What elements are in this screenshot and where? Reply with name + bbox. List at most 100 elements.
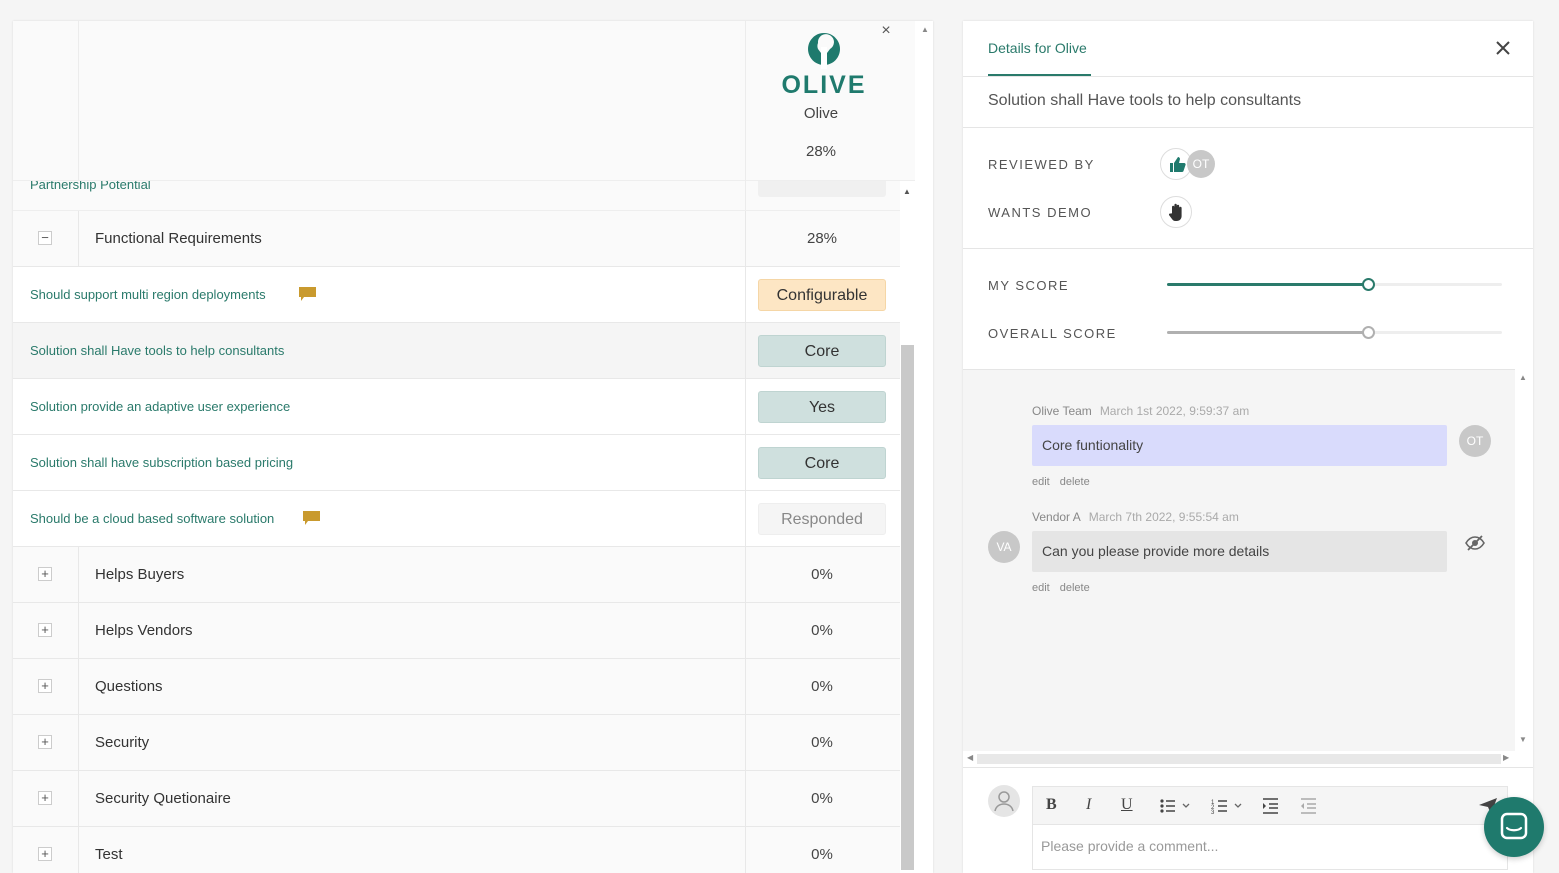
requirements-list: − Functional Requirements 28% Should sup… bbox=[13, 211, 900, 873]
expand-toggle[interactable]: + bbox=[38, 791, 52, 805]
comparison-grid: OLIVE Olive 28% × ▲ Partnership Potentia… bbox=[13, 21, 933, 873]
comment-flag-icon[interactable] bbox=[303, 511, 320, 525]
response-chip[interactable]: Core bbox=[758, 335, 886, 367]
bullet-list-icon[interactable] bbox=[1159, 796, 1191, 816]
editor-toolbar: B I U 123 bbox=[1032, 786, 1508, 824]
overall-score-handle bbox=[1362, 326, 1375, 339]
group-row-helps-buyers: + Helps Buyers 0% bbox=[13, 547, 900, 603]
requirement-row[interactable]: Solution shall have subscription based p… bbox=[13, 435, 900, 491]
requirement-label[interactable]: Should support multi region deployments bbox=[30, 287, 266, 302]
chat-icon bbox=[1500, 812, 1528, 840]
details-panel: Details for Olive Solution shall Have to… bbox=[963, 21, 1533, 873]
response-chip[interactable]: Configurable bbox=[758, 279, 886, 311]
group-row-security: + Security 0% bbox=[13, 715, 900, 771]
expand-toggle[interactable]: + bbox=[38, 735, 52, 749]
scroll-right-icon[interactable]: ▶ bbox=[1503, 753, 1509, 762]
numbered-list-icon[interactable]: 123 bbox=[1211, 796, 1243, 816]
comments-hscrollbar[interactable]: ◀ ▶ bbox=[963, 751, 1515, 767]
scrollbar-thumb[interactable] bbox=[977, 754, 1501, 764]
scroll-up-icon[interactable]: ▲ bbox=[1519, 373, 1527, 382]
remove-vendor-button[interactable]: × bbox=[878, 23, 894, 39]
expand-toggle[interactable]: + bbox=[38, 847, 52, 861]
group-label: Helps Buyers bbox=[95, 566, 185, 583]
group-row-test: + Test 0% bbox=[13, 827, 900, 873]
category-label[interactable]: Partnership Potential bbox=[30, 181, 151, 192]
comment-timestamp: March 1st 2022, 9:59:37 am bbox=[1099, 404, 1250, 418]
group-row-functional: − Functional Requirements 28% bbox=[13, 211, 900, 267]
group-label: Questions bbox=[95, 678, 163, 695]
group-pct: 0% bbox=[811, 846, 833, 863]
divider bbox=[963, 248, 1533, 249]
scroll-up-icon[interactable]: ▲ bbox=[919, 25, 931, 37]
requirement-title: Solution shall Have tools to help consul… bbox=[988, 92, 1302, 109]
bold-button[interactable]: B bbox=[1046, 796, 1057, 816]
hand-icon bbox=[1168, 203, 1182, 221]
comments-scrollbar[interactable]: ▲ ▼ bbox=[1515, 369, 1533, 751]
collapse-toggle[interactable]: − bbox=[38, 231, 52, 245]
requirement-row[interactable]: Solution provide an adaptive user experi… bbox=[13, 379, 900, 435]
grid-header: OLIVE Olive 28% × bbox=[13, 21, 915, 181]
divider bbox=[745, 435, 746, 490]
category-row-partial: Partnership Potential bbox=[13, 181, 900, 211]
comment-flag-icon[interactable] bbox=[299, 287, 316, 301]
active-tab-indicator bbox=[988, 74, 1091, 76]
requirement-label[interactable]: Solution provide an adaptive user experi… bbox=[30, 399, 290, 414]
my-score-handle[interactable] bbox=[1362, 278, 1375, 291]
divider bbox=[745, 267, 746, 322]
requirement-label[interactable]: Solution shall Have tools to help consul… bbox=[30, 343, 284, 358]
close-icon[interactable] bbox=[1493, 38, 1513, 58]
divider bbox=[745, 491, 746, 546]
italic-button[interactable]: I bbox=[1086, 796, 1091, 816]
tab-details[interactable]: Details for Olive bbox=[988, 40, 1087, 56]
group-pct: 0% bbox=[811, 622, 833, 639]
requirement-row[interactable]: Should be a cloud based software solutio… bbox=[13, 491, 900, 547]
vendor-name: Olive bbox=[803, 105, 839, 122]
delete-comment-link[interactable]: delete bbox=[1060, 476, 1090, 488]
group-label: Helps Vendors bbox=[95, 622, 193, 639]
requirement-row[interactable]: Should support multi region deployments … bbox=[13, 267, 900, 323]
group-pct: 0% bbox=[811, 678, 833, 695]
comment-input[interactable]: Please provide a comment... bbox=[1032, 824, 1508, 870]
divider bbox=[78, 603, 79, 658]
reviewed-by-label: REVIEWED BY bbox=[988, 157, 1095, 172]
group-row-questions: + Questions 0% bbox=[13, 659, 900, 715]
response-chip[interactable]: Responded bbox=[758, 503, 886, 535]
outdent-icon[interactable] bbox=[1300, 796, 1318, 816]
comment-avatar: OT bbox=[1459, 425, 1491, 457]
divider bbox=[745, 379, 746, 434]
details-header: Details for Olive bbox=[963, 21, 1533, 77]
divider bbox=[78, 21, 79, 181]
hidden-eye-icon[interactable] bbox=[1465, 535, 1485, 551]
scroll-up-icon[interactable]: ▲ bbox=[901, 187, 913, 199]
overall-score-label: OVERALL SCORE bbox=[988, 326, 1117, 341]
comment-meta: Olive Team March 1st 2022, 9:59:37 am bbox=[1032, 404, 1249, 418]
chat-launcher-button[interactable] bbox=[1484, 797, 1544, 857]
edit-comment-link[interactable]: edit bbox=[1032, 476, 1050, 488]
expand-toggle[interactable]: + bbox=[38, 679, 52, 693]
user-icon bbox=[994, 791, 1014, 812]
comment-author: Vendor A bbox=[1032, 510, 1081, 524]
response-chip[interactable]: Yes bbox=[758, 391, 886, 423]
delete-comment-link[interactable]: delete bbox=[1060, 582, 1090, 594]
edit-comment-link[interactable]: edit bbox=[1032, 582, 1050, 594]
comment-bubble: Can you please provide more details bbox=[1032, 531, 1447, 572]
comment-bubble: Core funtionality bbox=[1032, 425, 1447, 466]
scroll-left-icon[interactable]: ◀ bbox=[967, 753, 973, 762]
requirement-row-selected[interactable]: Solution shall Have tools to help consul… bbox=[13, 323, 900, 379]
comment-composer: B I U 123 Please provide a comment... bbox=[963, 767, 1533, 873]
olive-logo: OLIVE bbox=[781, 33, 865, 99]
my-score-fill bbox=[1167, 283, 1368, 286]
indent-icon[interactable] bbox=[1262, 796, 1280, 816]
scroll-down-icon[interactable]: ▼ bbox=[1519, 735, 1527, 744]
scrollbar-thumb[interactable] bbox=[901, 345, 914, 870]
expand-toggle[interactable]: + bbox=[38, 623, 52, 637]
requirement-label[interactable]: Should be a cloud based software solutio… bbox=[30, 511, 274, 526]
underline-button[interactable]: U bbox=[1121, 796, 1133, 816]
response-chip bbox=[758, 181, 886, 197]
response-chip[interactable]: Core bbox=[758, 447, 886, 479]
expand-toggle[interactable]: + bbox=[38, 567, 52, 581]
comments-thread: Olive Team March 1st 2022, 9:59:37 am Cor… bbox=[963, 369, 1515, 751]
svg-text:3: 3 bbox=[1211, 810, 1215, 816]
requirement-label[interactable]: Solution shall have subscription based p… bbox=[30, 455, 293, 470]
wants-demo-button[interactable] bbox=[1160, 196, 1192, 228]
